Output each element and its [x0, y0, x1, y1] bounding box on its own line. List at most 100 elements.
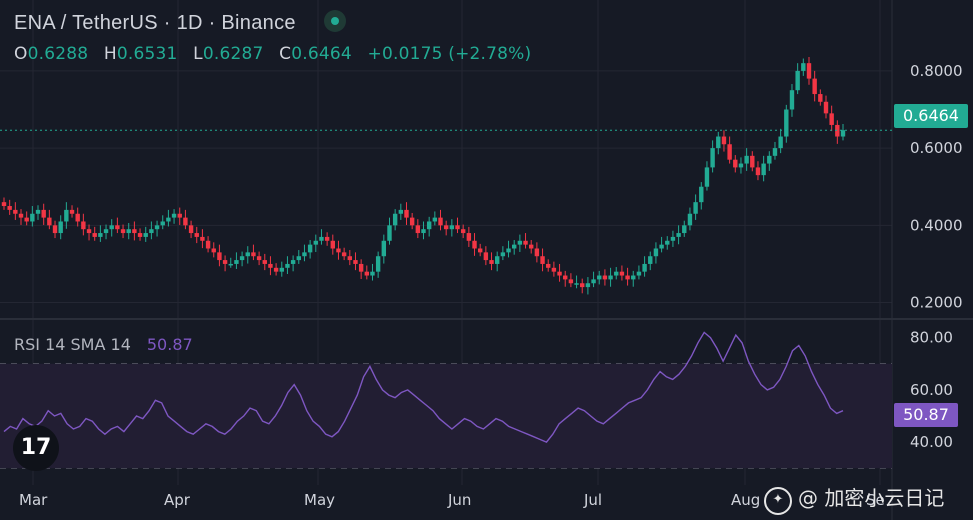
candle	[353, 252, 358, 271]
candle-body	[228, 263, 233, 266]
candle-body	[563, 275, 568, 280]
candle-body	[738, 163, 744, 168]
candle	[319, 229, 324, 245]
candle	[523, 233, 528, 249]
ohlc-legend: O0.6288 H0.6531 L0.6287 C0.6464 +0.0175 …	[14, 44, 541, 64]
candle-body	[370, 271, 375, 276]
candle-body	[205, 240, 211, 249]
candle-body	[727, 144, 732, 160]
candle	[64, 202, 69, 229]
candle	[619, 265, 625, 281]
market-status-icon[interactable]	[323, 10, 346, 32]
candle-body	[500, 252, 506, 257]
candle	[727, 136, 732, 164]
candle	[795, 63, 800, 95]
candle-body	[154, 225, 160, 230]
candle	[574, 275, 579, 289]
candle	[115, 217, 120, 234]
candle-body	[171, 213, 177, 218]
candle	[438, 209, 443, 231]
candle-body	[364, 271, 370, 276]
candle	[472, 233, 477, 256]
last-price-tag: 0.6464	[894, 104, 968, 128]
candle	[160, 215, 165, 230]
candle	[404, 202, 409, 225]
candle-body	[47, 217, 52, 226]
candle-body	[789, 90, 795, 110]
candle-body	[353, 260, 358, 264]
candle	[132, 221, 137, 241]
candle-body	[319, 236, 324, 241]
candle-body	[273, 267, 279, 272]
candle-body	[636, 271, 642, 276]
candle	[585, 277, 591, 295]
candle	[699, 182, 704, 210]
price-tick-label: 0.4000	[910, 216, 963, 234]
symbol-legend[interactable]: ENA / TetherUS · 1D · Binance	[14, 10, 346, 35]
candle-body	[676, 233, 681, 237]
candle-body	[341, 252, 347, 257]
price-tick-label: 0.2000	[910, 294, 963, 312]
candle	[268, 256, 273, 276]
candle-body	[217, 252, 222, 261]
candle	[341, 247, 347, 261]
candle-body	[183, 217, 188, 226]
candle	[109, 219, 114, 237]
candle-body	[358, 263, 364, 272]
candle-body	[716, 136, 721, 149]
candle	[812, 70, 817, 102]
candle-body	[517, 240, 523, 245]
low-value: 0.6287	[202, 44, 264, 64]
candle	[682, 220, 687, 237]
candle	[551, 261, 557, 277]
candle	[659, 236, 664, 253]
candle-body	[812, 78, 817, 95]
candle	[24, 211, 29, 226]
candle-body	[591, 279, 596, 284]
candle-body	[670, 236, 676, 241]
candle	[183, 209, 188, 230]
time-tick-label: Jul	[583, 491, 602, 509]
candle-body	[279, 267, 284, 272]
candle	[137, 228, 143, 241]
candle-body	[330, 240, 335, 249]
candle	[358, 259, 364, 280]
candle	[636, 265, 642, 280]
candle	[449, 219, 455, 237]
rsi-legend[interactable]: RSI 14 SMA 14 50.87	[14, 335, 193, 354]
candle-body	[699, 186, 704, 203]
candle-body	[551, 267, 557, 272]
time-axis: Mar Apr May Jun Jul Aug Se	[19, 491, 885, 509]
time-tick-label: Jun	[447, 491, 471, 509]
candle-body	[761, 163, 766, 176]
close-value: 0.6464	[291, 44, 352, 64]
candle-body	[69, 209, 75, 214]
candle	[710, 140, 715, 173]
candle-body	[625, 275, 630, 280]
candle-body	[653, 248, 659, 257]
candle-body	[648, 256, 653, 264]
candle	[336, 240, 341, 260]
tradingview-logo-icon[interactable]: 17	[13, 425, 59, 471]
candle-body	[409, 217, 415, 226]
candle	[687, 207, 693, 231]
candle-body	[137, 233, 143, 237]
candle-body	[574, 283, 579, 285]
candle-body	[682, 225, 687, 234]
change-value: +0.0175 (+2.78%)	[367, 44, 532, 64]
candle	[835, 120, 840, 144]
candle	[534, 242, 540, 263]
candle	[92, 226, 97, 241]
candle	[415, 219, 421, 239]
candle-body	[642, 263, 647, 272]
candle-body	[160, 221, 165, 226]
candle-body	[608, 275, 613, 280]
rsi-value-tag: 50.87	[894, 403, 958, 427]
candle	[738, 157, 744, 174]
candle	[829, 105, 834, 132]
candle-body	[188, 225, 194, 234]
chart-canvas[interactable]: 0.2000 0.4000 0.6000 0.8000 40.00 60.00 80.00…	[0, 0, 973, 520]
candle	[761, 155, 766, 182]
candle	[506, 240, 511, 258]
candle	[98, 225, 103, 242]
